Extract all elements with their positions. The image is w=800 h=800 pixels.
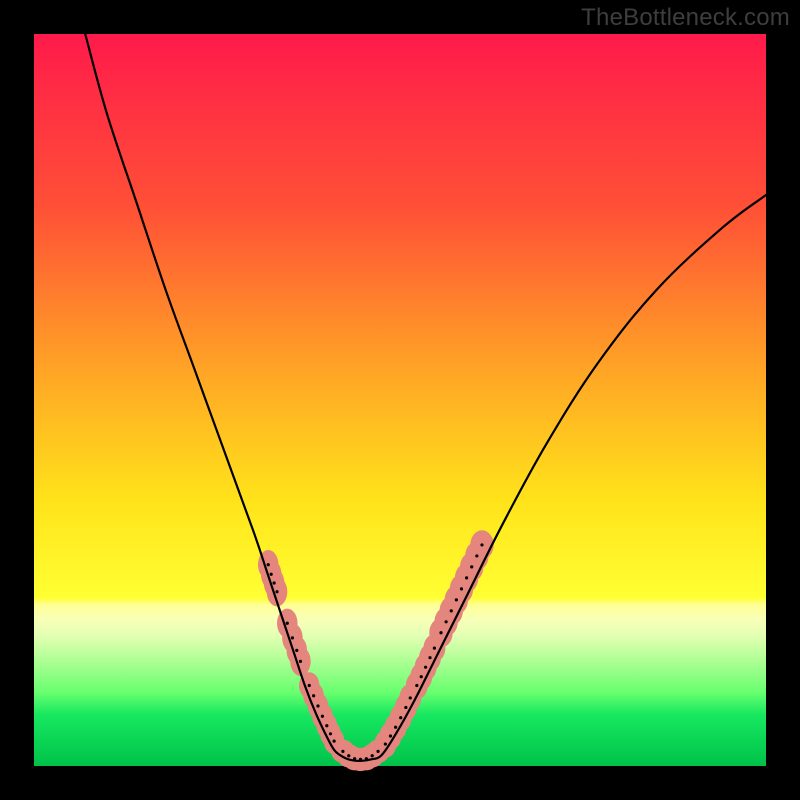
chart-svg: [34, 34, 766, 766]
watermark-text: TheBottleneck.com: [581, 4, 790, 32]
plot-area: [34, 34, 766, 766]
chart-frame: TheBottleneck.com: [0, 0, 800, 800]
